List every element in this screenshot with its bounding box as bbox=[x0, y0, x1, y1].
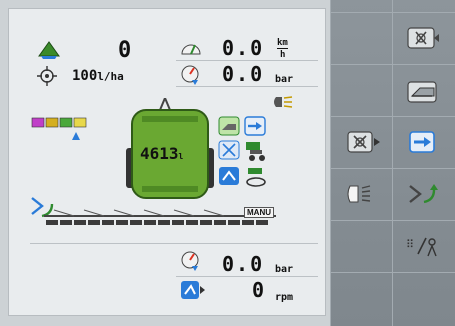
enter-boom-button[interactable] bbox=[394, 116, 452, 166]
hitch-icon bbox=[244, 166, 268, 192]
light-button[interactable] bbox=[332, 168, 390, 218]
softkey-sep-6 bbox=[330, 272, 455, 273]
switch-user-button[interactable]: ⠿ bbox=[394, 220, 452, 270]
speed-value: 0.0 bbox=[222, 36, 265, 60]
light-icon bbox=[347, 185, 371, 203]
tractor-tank-button[interactable] bbox=[394, 64, 452, 114]
pressure-gauge-icon bbox=[180, 64, 202, 90]
nozzle-toggle-button[interactable] bbox=[394, 12, 452, 62]
pressure-gauge-bottom-icon bbox=[180, 250, 202, 276]
svg-text:⠿: ⠿ bbox=[406, 238, 414, 251]
tractor-side-icon bbox=[244, 140, 268, 166]
pressure-top-value: 0.0 bbox=[222, 62, 265, 86]
speedometer-icon bbox=[180, 38, 202, 60]
rpm-unit: rpm bbox=[275, 292, 294, 303]
tractor-status-icon bbox=[218, 116, 240, 140]
tank-value: 4613l bbox=[140, 144, 184, 163]
boom-fold-icon bbox=[218, 166, 240, 190]
headlight-icon bbox=[272, 94, 294, 113]
target-icon bbox=[37, 66, 57, 90]
terminal-screen: ⠿ 0 100l/ha 0.0 km h 0.0 bar 4613l MANU … bbox=[0, 0, 455, 326]
pump-icon bbox=[180, 280, 206, 306]
switch-user-icon: ⠿ bbox=[406, 237, 437, 257]
rate-value: 100l/ha bbox=[72, 68, 124, 84]
rpm-value: 0 bbox=[252, 278, 265, 302]
tank-unit: l bbox=[178, 152, 184, 161]
pressure-bottom-value: 0.0 bbox=[222, 252, 265, 276]
speed-unit-bottom: h bbox=[280, 50, 286, 60]
tractor-tank-icon bbox=[407, 81, 437, 103]
boom-mode-label[interactable]: MANU bbox=[244, 207, 274, 218]
boom-enter-status-icon bbox=[244, 116, 266, 140]
area-icon bbox=[37, 38, 61, 64]
speed-unit-top: km bbox=[277, 38, 288, 49]
softkey-divider-mid bbox=[392, 0, 393, 326]
nozzle-toggle-icon bbox=[407, 27, 439, 49]
divider-rpm bbox=[176, 276, 318, 277]
enter-boom-icon bbox=[409, 131, 435, 153]
pressure-top-unit: bar bbox=[275, 74, 294, 85]
area-value: 0 bbox=[118, 38, 132, 63]
arrow-ramp-button[interactable] bbox=[394, 168, 452, 218]
rate-unit: l/ha bbox=[97, 70, 124, 83]
section-control-button[interactable] bbox=[332, 116, 390, 166]
nozzle-indicators bbox=[30, 116, 90, 152]
softkey-divider-left bbox=[330, 0, 331, 326]
divider-bottom bbox=[30, 243, 318, 244]
section-control-icon bbox=[347, 131, 380, 153]
pressure-bottom-unit: bar bbox=[275, 264, 294, 275]
divider-speed bbox=[176, 60, 318, 61]
arrow-ramp-icon bbox=[409, 184, 438, 204]
section-status-icon bbox=[218, 140, 240, 164]
boom-graphic bbox=[44, 206, 276, 232]
